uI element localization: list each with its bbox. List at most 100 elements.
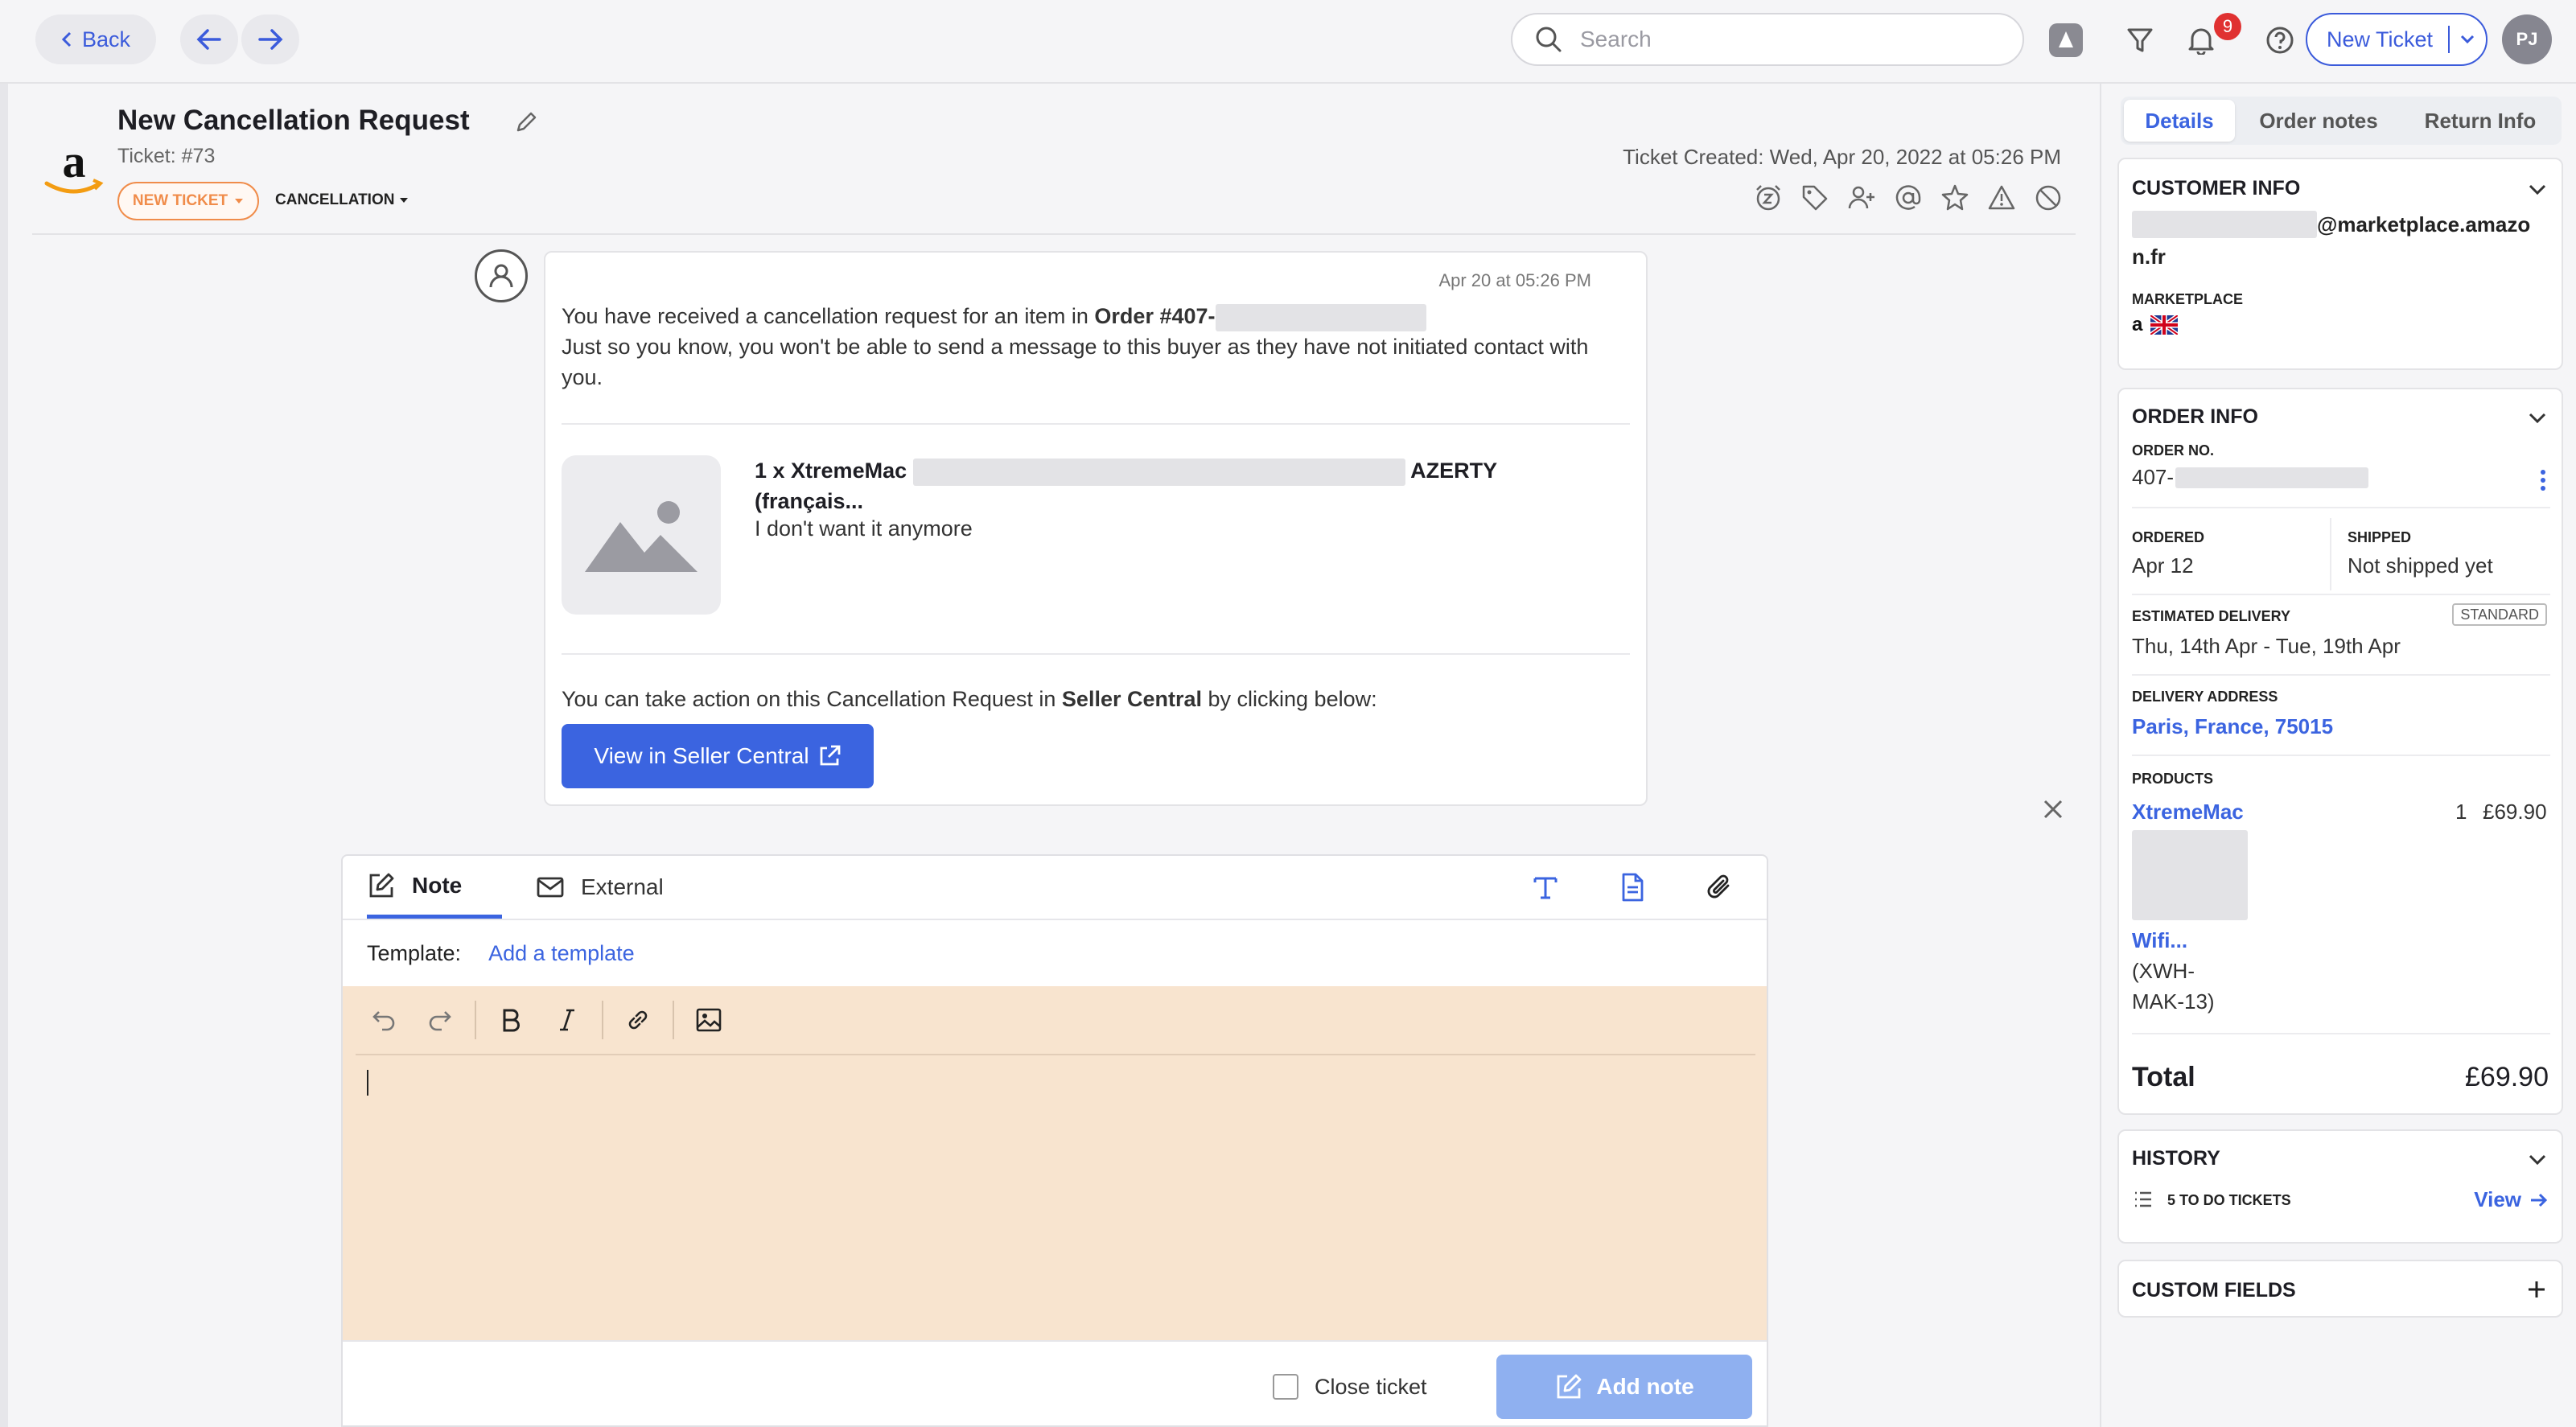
tab-details[interactable]: Details: [2124, 100, 2235, 142]
link-icon: [628, 1010, 648, 1030]
product-sku-1: (XWH-: [2132, 959, 2195, 983]
assign-button[interactable]: [1844, 180, 1879, 216]
sender-avatar: [475, 249, 528, 302]
uk-flag-icon: [2150, 315, 2179, 335]
chevron-left-icon: [61, 31, 72, 47]
note-editor[interactable]: [343, 986, 1767, 1340]
search-box[interactable]: [1511, 13, 2024, 66]
tab-external[interactable]: External: [536, 856, 664, 919]
text-format-button[interactable]: [1530, 872, 1561, 903]
new-ticket-dropdown[interactable]: [2450, 34, 2486, 45]
order-no: 407-: [2132, 465, 2369, 490]
caret-down-icon: [400, 198, 409, 203]
close-ticket-checkbox[interactable]: Close ticket: [1273, 1374, 1427, 1400]
tab-return-info[interactable]: Return Info: [2402, 100, 2558, 142]
card-divider: [2132, 507, 2550, 508]
add-note-label: Add note: [1596, 1374, 1694, 1399]
document-icon: [1622, 873, 1644, 902]
delivery-address[interactable]: Paris, France, 75015: [2132, 714, 2333, 739]
category-tag[interactable]: CANCELLATION: [275, 191, 409, 209]
close-icon: [2043, 800, 2063, 819]
marketplace-label: MARKETPLACE: [2132, 291, 2243, 307]
caret-down-icon: [235, 199, 244, 204]
history-view-link[interactable]: View: [2474, 1187, 2549, 1212]
search-input[interactable]: [1580, 27, 1998, 52]
redacted-email: [2132, 211, 2317, 238]
block-button[interactable]: [2031, 180, 2066, 216]
external-link-icon: [820, 745, 840, 766]
customer-email: @marketplace.amazo: [2132, 211, 2530, 238]
flag-warning-button[interactable]: [1984, 180, 2019, 216]
close-ticket-label: Close ticket: [1315, 1374, 1427, 1399]
undo-button[interactable]: [356, 996, 412, 1044]
user-icon: [489, 264, 513, 288]
chevron-down-icon[interactable]: [2528, 412, 2547, 425]
tag-button[interactable]: [1797, 180, 1833, 216]
product-qty: 1: [2455, 800, 2467, 824]
alarm-clock-icon: [1756, 185, 1780, 211]
bell-icon: [2188, 28, 2214, 55]
app-switch-button[interactable]: [2043, 18, 2088, 63]
column-divider: [2330, 518, 2331, 590]
at-sign-icon: [1895, 185, 1921, 210]
history-view-label: View: [2474, 1187, 2521, 1211]
template-doc-button[interactable]: [1617, 872, 1648, 903]
ticket-created: Ticket Created: Wed, Apr 20, 2022 at 05:…: [1623, 145, 2061, 169]
checkbox-box[interactable]: [1273, 1374, 1298, 1400]
filter-button[interactable]: [2117, 18, 2162, 63]
toolbar-separator: [475, 1001, 476, 1039]
view-in-seller-central-button[interactable]: View in Seller Central: [562, 724, 874, 788]
tab-external-label: External: [581, 874, 664, 899]
card-divider: [2132, 594, 2550, 595]
redacted-product-title: [2132, 830, 2248, 920]
bold-button[interactable]: [483, 996, 539, 1044]
customer-info-card: CUSTOMER INFO @marketplace.amazo n.fr MA…: [2117, 158, 2563, 370]
add-note-button[interactable]: Add note: [1496, 1355, 1752, 1419]
card-divider: [2132, 1033, 2550, 1034]
product-name-suffix: AZERTY: [1410, 459, 1498, 483]
back-label: Back: [81, 27, 131, 51]
marketplace-flags: a: [2132, 314, 2179, 336]
previous-ticket-button[interactable]: [180, 14, 238, 64]
action-bold: Seller Central: [1061, 687, 1202, 711]
snooze-button[interactable]: [1751, 180, 1786, 216]
product-sku-2: MAK-13): [2132, 989, 2215, 1014]
tab-note-label: Note: [412, 872, 463, 898]
ordered-date: Apr 12: [2132, 553, 2194, 578]
history-card: HISTORY 5 TO DO TICKETS View: [2117, 1129, 2563, 1244]
edit-title-button[interactable]: [513, 109, 539, 135]
top-bar: Back 9 New Ticket PJ: [0, 0, 2576, 84]
product-link-line2[interactable]: Wifi...: [2132, 928, 2187, 953]
todo-tickets: 5 TO DO TICKETS: [2167, 1192, 2291, 1208]
arrow-left-icon: [196, 29, 221, 50]
chevron-down-icon[interactable]: [2528, 183, 2547, 196]
next-ticket-button[interactable]: [241, 14, 299, 64]
italic-button[interactable]: [539, 996, 595, 1044]
tab-order-notes[interactable]: Order notes: [2241, 100, 2396, 142]
close-composer-button[interactable]: [2035, 792, 2071, 827]
chevron-down-icon[interactable]: [2528, 1154, 2547, 1166]
mention-button[interactable]: [1891, 180, 1926, 216]
more-vertical-icon[interactable]: [2539, 468, 2547, 492]
add-template-link[interactable]: Add a template: [488, 941, 635, 966]
amazon-logo: a: [42, 142, 106, 201]
back-button[interactable]: Back: [35, 14, 156, 64]
plus-icon[interactable]: [2526, 1279, 2547, 1300]
user-avatar[interactable]: PJ: [2502, 14, 2552, 64]
pencil-icon: [516, 112, 537, 132]
link-button[interactable]: [610, 996, 666, 1044]
status-pill[interactable]: NEW TICKET: [117, 182, 259, 220]
tab-note[interactable]: Note: [367, 856, 502, 919]
total-value: £69.90: [2465, 1062, 2549, 1092]
ordered-label: ORDERED: [2132, 529, 2205, 545]
redo-button[interactable]: [412, 996, 468, 1044]
new-ticket-button[interactable]: New Ticket: [2306, 13, 2488, 66]
insert-image-button[interactable]: [681, 996, 737, 1044]
product-link[interactable]: XtremeMac: [2132, 800, 2244, 825]
ticket-actions: [1751, 180, 2066, 216]
cancellation-reason: I don't want it anymore: [755, 516, 973, 541]
delivery-address-label: DELIVERY ADDRESS: [2132, 689, 2278, 705]
help-button[interactable]: [2257, 18, 2302, 63]
star-button[interactable]: [1937, 180, 1973, 216]
attach-button[interactable]: [1704, 872, 1734, 903]
